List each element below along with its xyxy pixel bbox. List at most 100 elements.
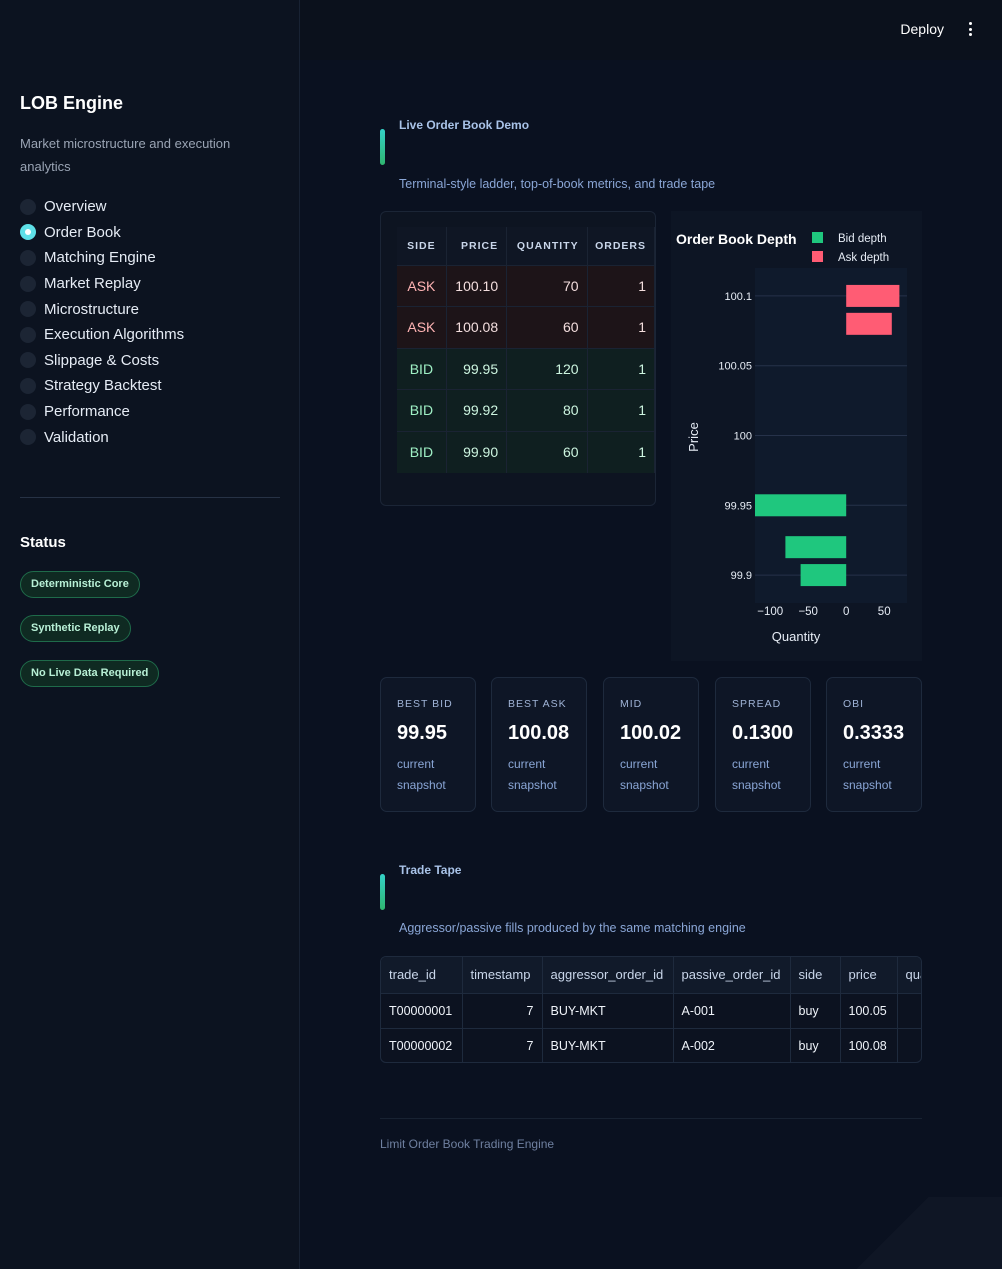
metric-card-best-ask: BEST ASK 100.08 current snapshot bbox=[491, 677, 587, 812]
legend-swatch bbox=[812, 251, 823, 262]
tape-header-price[interactable]: price bbox=[840, 957, 898, 994]
y-axis-ticks: 100.1 100.05 100 99.95 99.9 bbox=[718, 291, 752, 582]
sidebar-divider bbox=[20, 497, 280, 498]
table-row[interactable]: T00000001 7 BUY-MKT A-001 buy 100.05 bbox=[381, 993, 921, 1029]
bid-depth-bar[interactable] bbox=[800, 564, 847, 587]
status-title: Status bbox=[20, 534, 66, 551]
y-tick-label: 100.1 bbox=[724, 291, 752, 303]
kebab-menu-icon[interactable] bbox=[964, 20, 976, 38]
nav-item-order-book[interactable]: Order Book bbox=[20, 220, 184, 246]
ladder-table: SIDE PRICE QUANTITY ORDERS ASK 100.10 70 1 ASK 1… bbox=[397, 227, 656, 473]
tape-header-timestamp[interactable]: timestamp bbox=[462, 957, 543, 994]
bid-depth-bar[interactable] bbox=[755, 494, 847, 517]
tape-header-passive-order-id[interactable]: passive_order_id bbox=[673, 957, 791, 994]
ladder-cell-side: BID bbox=[397, 347, 447, 390]
ladder-cell-price: 100.10 bbox=[446, 264, 508, 307]
nav-item-label: Validation bbox=[44, 428, 109, 446]
tape-cell-qua bbox=[897, 1028, 921, 1062]
trade-tape-table[interactable]: trade_id timestamp aggressor_order_id passi… bbox=[380, 956, 922, 1063]
legend-label: Ask depth bbox=[838, 252, 889, 264]
nav-item-execution-algorithms[interactable]: Execution Algorithms bbox=[20, 322, 184, 348]
nav-item-market-replay[interactable]: Market Replay bbox=[20, 271, 184, 297]
ladder-cell-price: 99.95 bbox=[446, 347, 508, 390]
ladder-cell-orders: 1 bbox=[587, 389, 656, 431]
ladder-cell-price: 100.08 bbox=[446, 306, 508, 348]
tape-cell-aggressor-order-id: BUY-MKT bbox=[542, 1028, 674, 1062]
nav-item-overview[interactable]: Overview bbox=[20, 194, 184, 220]
tape-header-qua[interactable]: qua bbox=[897, 957, 921, 994]
ladder-row: BID 99.90 60 1 bbox=[397, 430, 656, 473]
radio-unselected-icon[interactable] bbox=[20, 429, 36, 446]
footer-text: Limit Order Book Trading Engine bbox=[380, 1137, 555, 1151]
corner-decoration bbox=[832, 1197, 1002, 1269]
ladder-row: ASK 100.08 60 1 bbox=[397, 306, 656, 348]
radio-unselected-icon[interactable] bbox=[20, 352, 36, 369]
ladder-cell-quantity: 80 bbox=[506, 389, 588, 431]
metric-note: current snapshot bbox=[843, 757, 892, 792]
metric-label: SPREAD bbox=[732, 698, 782, 710]
nav-item-validation[interactable]: Validation bbox=[20, 424, 184, 450]
y-axis-label: Price bbox=[686, 422, 701, 452]
radio-selected-icon[interactable] bbox=[20, 224, 36, 241]
ladder-row: BID 99.92 80 1 bbox=[397, 389, 656, 431]
x-axis-ticks: −100 −50 0 50 bbox=[757, 606, 890, 618]
ladder-cell-orders: 1 bbox=[587, 264, 656, 307]
y-tick-label: 100 bbox=[734, 431, 752, 443]
tape-cell-side: buy bbox=[790, 1028, 841, 1062]
ladder-cell-price: 99.90 bbox=[446, 430, 508, 473]
ladder-cell-side: BID bbox=[397, 389, 447, 431]
status-badge-synthetic: Synthetic Replay bbox=[20, 615, 131, 642]
tape-header-aggressor-order-id[interactable]: aggressor_order_id bbox=[542, 957, 674, 994]
metric-note: current snapshot bbox=[732, 757, 781, 792]
radio-unselected-icon[interactable] bbox=[20, 326, 36, 343]
nav-item-matching-engine[interactable]: Matching Engine bbox=[20, 245, 184, 271]
nav-item-label: Slippage & Costs bbox=[44, 351, 160, 369]
ladder-header-quantity: QUANTITY bbox=[506, 227, 588, 265]
order-book-section-description: Terminal-style ladder, top-of-book metri… bbox=[399, 177, 716, 191]
ladder-row: BID 99.95 120 1 bbox=[397, 347, 656, 390]
bid-depth-bar[interactable] bbox=[785, 536, 847, 559]
tape-header-trade-id[interactable]: trade_id bbox=[381, 957, 463, 994]
radio-unselected-icon[interactable] bbox=[20, 198, 36, 215]
x-axis-label: Quantity bbox=[772, 629, 821, 644]
radio-unselected-icon[interactable] bbox=[20, 377, 36, 394]
x-tick-label: 50 bbox=[878, 606, 891, 618]
tape-header-side[interactable]: side bbox=[790, 957, 841, 994]
ask-depth-bar[interactable] bbox=[846, 284, 900, 307]
ladder-cell-quantity: 60 bbox=[506, 306, 588, 348]
trade-tape-section-title: Trade Tape bbox=[399, 863, 462, 877]
nav-item-strategy-backtest[interactable]: Strategy Backtest bbox=[20, 373, 184, 399]
nav-item-label: Execution Algorithms bbox=[44, 326, 185, 344]
radio-unselected-icon[interactable] bbox=[20, 403, 36, 420]
legend-swatch bbox=[812, 232, 823, 243]
sidebar-nav: Overview Order Book Matching Engine Market … bbox=[20, 194, 184, 450]
radio-unselected-icon[interactable] bbox=[20, 301, 36, 318]
ladder-cell-quantity: 120 bbox=[506, 347, 588, 390]
section-accent-bar bbox=[380, 129, 385, 165]
depth-chart-panel: Order Book Depth Bid depth Ask depth 100.… bbox=[671, 211, 922, 661]
trade-tape-section-description: Aggressor/passive fills produced by the … bbox=[399, 921, 746, 935]
metric-label: BEST BID bbox=[397, 698, 453, 710]
nav-item-microstructure[interactable]: Microstructure bbox=[20, 296, 184, 322]
metric-value: 100.02 bbox=[620, 722, 682, 744]
nav-item-label: Performance bbox=[44, 403, 130, 421]
y-tick-label: 100.05 bbox=[718, 361, 752, 373]
x-tick-label: −50 bbox=[798, 606, 818, 618]
deploy-button[interactable]: Deploy bbox=[900, 21, 944, 37]
tape-cell-price: 100.05 bbox=[840, 993, 898, 1029]
metric-value: 100.08 bbox=[508, 722, 570, 744]
metric-note: current snapshot bbox=[508, 757, 557, 792]
radio-unselected-icon[interactable] bbox=[20, 275, 36, 292]
nav-item-label: Strategy Backtest bbox=[44, 377, 162, 395]
radio-unselected-icon[interactable] bbox=[20, 249, 36, 266]
ask-depth-bar[interactable] bbox=[846, 312, 892, 335]
nav-item-label: Overview bbox=[44, 198, 107, 216]
depth-chart: Order Book Depth Bid depth Ask depth 100.… bbox=[676, 231, 907, 644]
app-title: LOB Engine bbox=[20, 93, 123, 113]
ladder-cell-orders: 1 bbox=[587, 347, 656, 390]
table-row[interactable]: T00000002 7 BUY-MKT A-002 buy 100.08 bbox=[381, 1028, 921, 1062]
metric-card-obi: OBI 0.3333 current snapshot bbox=[826, 677, 922, 812]
nav-item-slippage-costs[interactable]: Slippage & Costs bbox=[20, 348, 184, 374]
nav-item-performance[interactable]: Performance bbox=[20, 399, 184, 425]
nav-item-label: Matching Engine bbox=[44, 249, 156, 267]
